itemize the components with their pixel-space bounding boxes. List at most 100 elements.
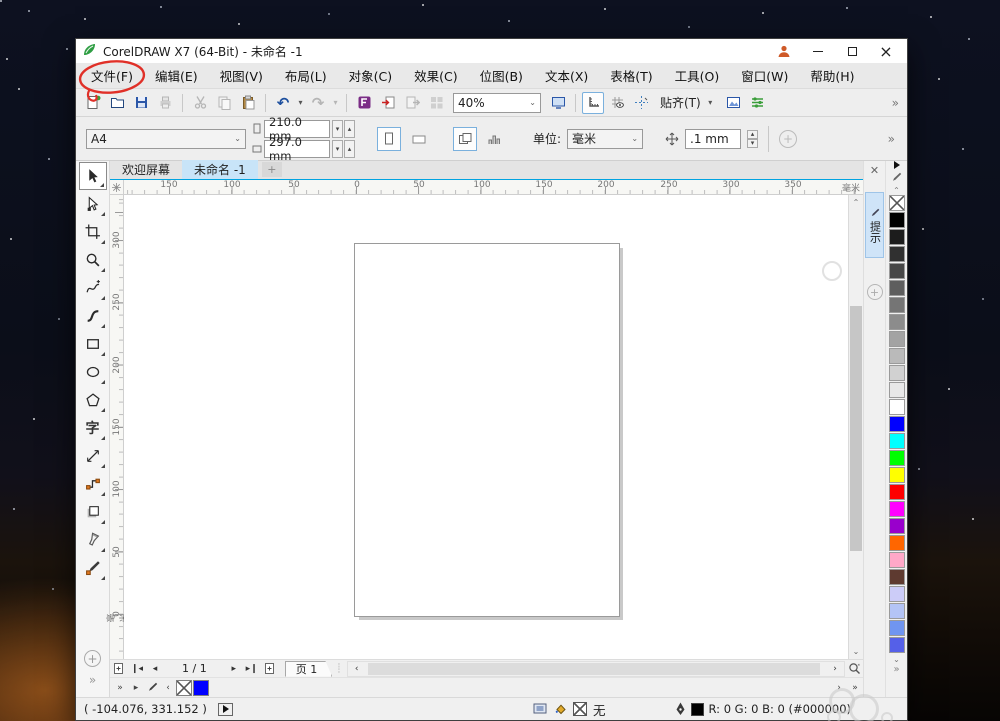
palette-scroll-up[interactable]: ⌃: [893, 185, 900, 195]
palette-swatch[interactable]: [888, 603, 905, 619]
tool-color-eyedropper[interactable]: [79, 554, 107, 582]
export-button[interactable]: [401, 92, 423, 114]
new-document-button[interactable]: [82, 92, 104, 114]
palette-overflow-button[interactable]: »: [893, 664, 899, 675]
title-bar[interactable]: CorelDRAW X7 (64-Bit) - 未命名 -1 ×: [76, 39, 907, 63]
tool-connector[interactable]: [79, 470, 107, 498]
toolbox-overflow-button[interactable]: »: [89, 673, 96, 687]
palette-swatch[interactable]: [888, 331, 905, 347]
landscape-button[interactable]: [407, 127, 431, 151]
palette-swatch[interactable]: [888, 450, 905, 466]
zoom-level-combo[interactable]: 40% ⌄: [453, 92, 541, 113]
palette-swatch[interactable]: [888, 484, 905, 500]
page-1-tab[interactable]: 页 1: [285, 661, 333, 677]
palette-swatch[interactable]: [888, 280, 905, 296]
docpal-scroll-left[interactable]: ‹: [160, 680, 176, 696]
scroll-right-arrow[interactable]: ›: [826, 661, 844, 677]
print-button[interactable]: [154, 92, 176, 114]
full-screen-preview-button[interactable]: [547, 92, 569, 114]
palette-swatch[interactable]: [888, 229, 905, 245]
menu-item-1[interactable]: 文件(F): [80, 62, 144, 89]
palette-swatch[interactable]: [888, 467, 905, 483]
tool-crop[interactable]: [79, 218, 107, 246]
palette-swatch[interactable]: [888, 263, 905, 279]
previous-page-button[interactable]: ◂: [146, 661, 164, 677]
tool-rectangle[interactable]: [79, 330, 107, 358]
v-ruler[interactable]: 毫米 300250200150100500: [107, 195, 130, 659]
cut-button[interactable]: [189, 92, 211, 114]
menu-item-7[interactable]: 位图(B): [469, 62, 534, 89]
h-ruler[interactable]: 毫米 150 100 50 0 50 100 150 200 250 300 350: [124, 180, 863, 194]
add-page-button-right[interactable]: [261, 661, 279, 677]
copy-button[interactable]: [213, 92, 235, 114]
application-launcher-button[interactable]: [425, 92, 447, 114]
menu-item-4[interactable]: 布局(L): [274, 62, 338, 89]
palette-swatch[interactable]: [888, 365, 905, 381]
page-width-down[interactable]: ▾: [332, 119, 343, 138]
undo-dropdown-icon[interactable]: ▾: [296, 98, 305, 107]
undo-button[interactable]: ↶: [272, 92, 294, 114]
docpal-scroll-right[interactable]: ›: [831, 680, 847, 696]
palette-swatch[interactable]: [888, 382, 905, 398]
tool-drop-shadow[interactable]: [79, 498, 107, 526]
show-grid-toggle[interactable]: [606, 92, 628, 114]
tool-zoom[interactable]: [79, 246, 107, 274]
account-icon[interactable]: [769, 41, 799, 61]
palette-swatch[interactable]: [888, 620, 905, 636]
play-macro-button[interactable]: [218, 702, 233, 716]
palette-swatch[interactable]: [888, 569, 905, 585]
palette-eyedropper-icon[interactable]: [889, 169, 905, 185]
show-rulers-toggle[interactable]: [582, 91, 604, 114]
options-button[interactable]: [723, 92, 745, 114]
current-page-button[interactable]: [483, 127, 507, 151]
palette-swatch[interactable]: [888, 416, 905, 432]
menu-item-9[interactable]: 表格(T): [599, 62, 663, 89]
palette-flyout-icon[interactable]: [893, 161, 901, 169]
palette-swatch-none[interactable]: [888, 195, 905, 211]
docker-close-icon[interactable]: ✕: [870, 161, 879, 180]
palette-swatch[interactable]: [888, 297, 905, 313]
page-size-combo[interactable]: A4 ⌄: [86, 128, 246, 149]
paste-button[interactable]: [237, 92, 259, 114]
menu-item-5[interactable]: 对象(C): [338, 62, 403, 89]
drawing-canvas[interactable]: [124, 195, 848, 659]
doc-swatch-none[interactable]: [176, 679, 192, 696]
import-button[interactable]: [377, 92, 399, 114]
toolbox-add-button[interactable]: +: [84, 650, 101, 667]
tool-parallel-dimension[interactable]: [79, 442, 107, 470]
menu-item-10[interactable]: 工具(O): [664, 62, 731, 89]
snap-to-button[interactable]: 贴齐(T) ▾: [654, 92, 721, 114]
page-height-input[interactable]: 297.0 mm: [264, 135, 330, 163]
portrait-button[interactable]: [377, 126, 401, 151]
palette-swatch[interactable]: [888, 586, 905, 602]
all-pages-button[interactable]: [453, 126, 477, 151]
palette-scroll-down[interactable]: ⌄: [893, 654, 900, 664]
add-page-button-left[interactable]: [110, 661, 128, 677]
menu-item-6[interactable]: 效果(C): [403, 62, 468, 89]
last-page-button[interactable]: ▸❙: [243, 661, 261, 677]
tool-ellipse[interactable]: [79, 358, 107, 386]
palette-swatch[interactable]: [888, 552, 905, 568]
page-height-down[interactable]: ▾: [332, 139, 343, 158]
palette-swatch[interactable]: [888, 399, 905, 415]
palette-swatch[interactable]: [888, 246, 905, 262]
docpal-overflow-right[interactable]: »: [847, 680, 863, 696]
horizontal-scroll-track[interactable]: [366, 662, 826, 676]
redo-dropdown-icon[interactable]: ▾: [331, 98, 340, 107]
vertical-scrollbar[interactable]: ⌃ ⌄: [848, 195, 863, 659]
palette-swatch[interactable]: [888, 314, 905, 330]
page-a4[interactable]: [354, 243, 620, 617]
palette-swatch[interactable]: [888, 518, 905, 534]
menu-item-3[interactable]: 视图(V): [209, 62, 274, 89]
page-height-up[interactable]: ▴: [344, 139, 355, 158]
close-button[interactable]: ×: [871, 41, 901, 61]
doc-swatch[interactable]: [193, 679, 209, 696]
docker-tab-hints[interactable]: 提示: [865, 192, 884, 258]
menu-item-2[interactable]: 编辑(E): [144, 62, 209, 89]
horizontal-scrollbar[interactable]: ‹ ›: [346, 660, 845, 677]
first-page-button[interactable]: ❙◂: [128, 661, 146, 677]
tool-shape[interactable]: [79, 190, 107, 218]
open-button[interactable]: [106, 92, 128, 114]
palette-swatch[interactable]: [888, 212, 905, 228]
show-guidelines-toggle[interactable]: [630, 92, 652, 114]
